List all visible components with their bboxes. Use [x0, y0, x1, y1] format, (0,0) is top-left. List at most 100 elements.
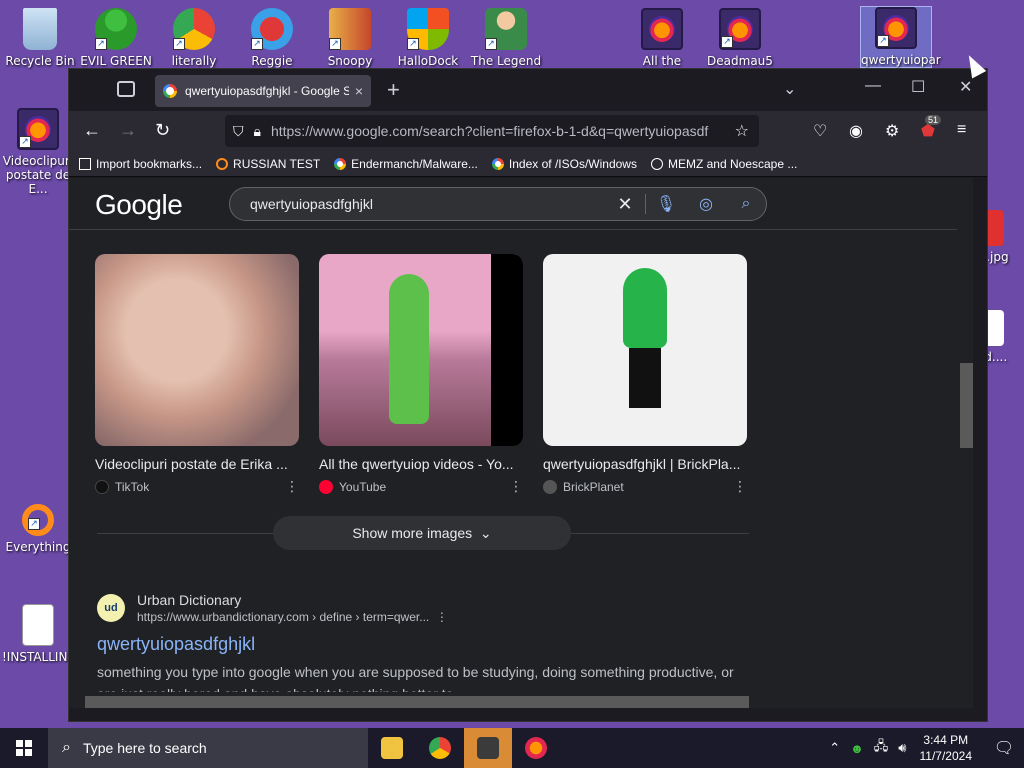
tracking-shield-icon[interactable]: ⛉: [233, 123, 244, 140]
firefox-window: qwertyuiopasdfghjkl - Google S × + ⌄ — ☐…: [68, 68, 988, 722]
search-query[interactable]: qwertyuiopasdfghjkl: [250, 196, 605, 212]
scrollbar-thumb[interactable]: [85, 696, 749, 708]
taskbar-file-explorer[interactable]: [368, 728, 416, 768]
bookmark-endermanch[interactable]: Endermanch/Malware...: [334, 157, 478, 171]
address-bar[interactable]: ⛉ 🔒︎ https://www.google.com/search?clien…: [225, 115, 759, 147]
image-title[interactable]: qwertyuiopasdfghjkl | BrickPla...: [543, 456, 747, 472]
search-icon: ⌕: [62, 739, 71, 756]
user-icon[interactable]: ☻: [850, 741, 864, 756]
firefox-file-icon: ↗: [719, 8, 761, 50]
menu-hamburger-icon[interactable]: ≡: [957, 121, 966, 139]
image-title[interactable]: All the qwertyuiop videos - Yo...: [319, 456, 523, 472]
more-options-icon[interactable]: ⋮: [509, 478, 523, 495]
image-source: BrickPlanet ⋮: [543, 478, 747, 495]
back-arrow-icon[interactable]: ←: [83, 120, 101, 141]
desktop-icon-evil-green[interactable]: ↗ EVIL GREEN: [80, 8, 152, 68]
bookmark-star-icon[interactable]: ☆: [735, 121, 749, 141]
google-icon: [334, 157, 347, 170]
horizontal-scrollbar[interactable]: [69, 692, 973, 708]
bookmark-import[interactable]: Import bookmarks...: [79, 157, 202, 171]
network-icon[interactable]: 🖧︎: [874, 737, 889, 759]
image-thumbnail[interactable]: [543, 254, 747, 446]
desktop-icon-hallodock[interactable]: ↗ HalloDock: [392, 8, 464, 68]
result-url[interactable]: https://www.urbandictionary.com › define…: [137, 610, 448, 624]
desktop-icon-snoopy[interactable]: ↗ Snoopy: [314, 8, 386, 68]
archive-icon: ↗: [329, 8, 371, 50]
bookmark-label: MEMZ and Noescape ...: [667, 156, 798, 171]
image-source-name: TikTok: [115, 479, 150, 494]
firefox-view-icon[interactable]: [117, 81, 135, 97]
maximize-button[interactable]: ☐: [911, 77, 925, 97]
google-logo[interactable]: Google: [95, 189, 183, 221]
microphone-icon[interactable]: 🎙︎: [646, 194, 686, 214]
lock-icon[interactable]: 🔒︎: [254, 123, 261, 140]
start-button[interactable]: [0, 728, 48, 768]
desktop-icon-all-the[interactable]: All the: [626, 8, 698, 68]
scrollbar-thumb[interactable]: [960, 363, 973, 448]
image-thumbnail[interactable]: [95, 254, 299, 446]
chevron-up-icon[interactable]: ⌃: [829, 740, 840, 756]
search-icon[interactable]: ⌕: [726, 195, 766, 213]
result-url-text: https://www.urbandictionary.com › define…: [137, 610, 430, 624]
close-window-button[interactable]: ✕: [959, 77, 972, 97]
pocket-icon[interactable]: ♡: [813, 121, 827, 141]
account-icon[interactable]: ◉: [849, 121, 863, 141]
extensions-puzzle-icon[interactable]: ⚙: [885, 121, 899, 141]
clock[interactable]: 3:44 PM 11/7/2024: [920, 732, 973, 764]
google-search-box[interactable]: qwertyuiopasdfghjkl ✕ 🎙︎ ◎ ⌕: [229, 187, 767, 221]
result-site-name[interactable]: Urban Dictionary: [137, 592, 448, 608]
tab-google-search[interactable]: qwertyuiopasdfghjkl - Google S ×: [155, 75, 371, 107]
image-result-card[interactable]: All the qwertyuiop videos - Yo... YouTub…: [319, 254, 523, 495]
urban-dictionary-favicon: ud: [97, 594, 125, 622]
taskbar-game-app[interactable]: [464, 728, 512, 768]
bookmark-memz[interactable]: MEMZ and Noescape ...: [650, 156, 798, 171]
green-people-icon: ↗: [95, 8, 137, 50]
result-title-link[interactable]: qwertyuiopasdfghjkl: [97, 634, 737, 655]
desktop-icon-everything[interactable]: ↗ Everything: [2, 504, 74, 554]
folder-icon: [381, 737, 403, 759]
desktop-icon-qwertyuiopar[interactable]: ↗ qwertyuiopar: [860, 6, 941, 68]
list-tabs-chevron-icon[interactable]: ⌄: [783, 79, 796, 99]
desktop-icon-label: All the: [642, 54, 682, 68]
forward-arrow-icon[interactable]: →: [119, 120, 137, 141]
desktop-icon-label: literally: [171, 54, 217, 68]
desktop-icon-label: The Legend: [470, 54, 542, 68]
google-icon: [491, 157, 504, 170]
bookmark-isos[interactable]: Index of /ISOs/Windows: [491, 157, 637, 171]
bookmark-russian-test[interactable]: RUSSIAN TEST: [216, 157, 320, 171]
image-result-card[interactable]: Videoclipuri postate de Erika ... TikTok…: [95, 254, 299, 495]
image-title[interactable]: Videoclipuri postate de Erika ...: [95, 456, 299, 472]
minimize-button[interactable]: —: [865, 77, 881, 95]
taskbar-search[interactable]: ⌕ Type here to search: [48, 728, 368, 768]
new-tab-button[interactable]: +: [387, 77, 400, 103]
image-result-card[interactable]: qwertyuiopasdfghjkl | BrickPla... BrickP…: [543, 254, 747, 495]
more-options-icon[interactable]: ⋮: [285, 478, 299, 495]
url-text[interactable]: https://www.google.com/search?client=fir…: [271, 123, 725, 139]
desktop-icon-label: EVIL GREEN: [80, 54, 152, 68]
image-source: YouTube ⋮: [319, 478, 523, 495]
desktop-icon-the-legend[interactable]: ↗ The Legend: [470, 8, 542, 68]
vertical-scrollbar[interactable]: [957, 178, 973, 708]
image-source: TikTok ⋮: [95, 478, 299, 495]
desktop-icon-literally[interactable]: ↗ literally: [158, 8, 230, 68]
notifications-icon[interactable]: 🗨︎: [984, 738, 1024, 758]
desktop-icon-videoclipuri[interactable]: ↗ Videoclipuri postate de E...: [2, 108, 74, 196]
clear-icon[interactable]: ✕: [605, 194, 645, 215]
chrome-icon: [429, 737, 451, 759]
volume-icon[interactable]: 🔊︎: [898, 740, 906, 756]
image-thumbnail[interactable]: [319, 254, 523, 446]
chevron-down-icon: ⌄: [476, 525, 492, 541]
result-header[interactable]: ud Urban Dictionary https://www.urbandic…: [97, 592, 737, 624]
search-result: ud Urban Dictionary https://www.urbandic…: [97, 592, 737, 705]
google-lens-icon[interactable]: ◎: [686, 194, 726, 214]
tab-close-icon[interactable]: ×: [355, 83, 363, 99]
more-options-icon[interactable]: ⋮: [433, 610, 448, 624]
reload-icon[interactable]: ↻: [155, 120, 170, 141]
desktop-icon-installing[interactable]: !INSTALLIN...: [2, 604, 79, 664]
taskbar-chrome[interactable]: [416, 728, 464, 768]
desktop-icon-label: HalloDock: [397, 54, 459, 68]
taskbar-firefox[interactable]: [512, 728, 560, 768]
more-options-icon[interactable]: ⋮: [733, 478, 747, 495]
show-more-images-button[interactable]: Show more images ⌄: [273, 516, 571, 550]
desktop-icon-recycle-bin[interactable]: Recycle Bin: [4, 8, 76, 68]
